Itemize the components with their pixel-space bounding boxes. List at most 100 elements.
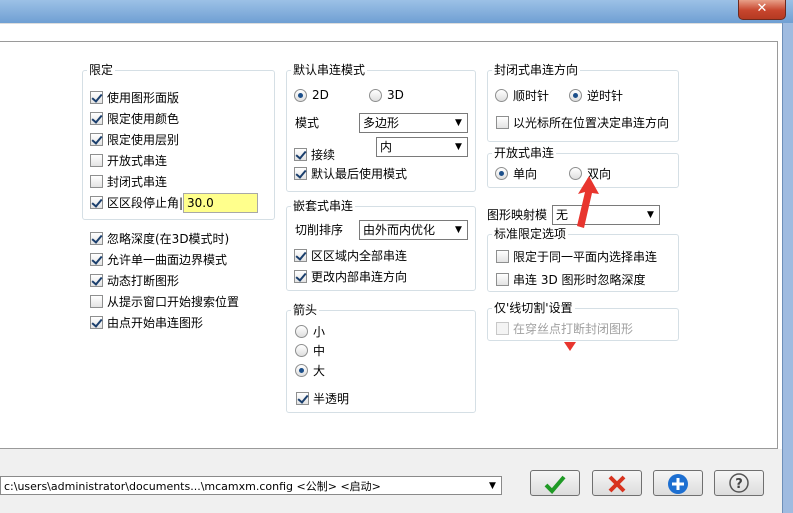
radio-label: 顺时针 [513,88,550,103]
checkbox-label: 限定使用颜色 [107,111,180,126]
radio-label: 逆时针 [587,88,624,103]
checkbox-box[interactable] [496,272,509,286]
help-button[interactable]: ? [714,470,764,496]
checkbox-label: 区区段停止角| [107,195,184,210]
config-file-dropdown[interactable]: c:\users\administrator\documents...\mcam… [0,476,502,495]
panel-divider-bottom [0,448,778,449]
cancel-x-icon [608,475,626,493]
radio-3d[interactable]: 3D [369,86,404,104]
checkbox-closed-chain[interactable]: 封闭式串连 [90,172,167,190]
checkbox-box[interactable] [90,111,103,125]
checkbox-label: 更改内部串连方向 [311,269,408,284]
dropdown-arrow-icon: ▼ [489,481,496,491]
wire-cut-title: 仅'线切割'设置 [492,301,575,315]
checkbox-box[interactable] [296,391,309,405]
radio-button[interactable] [369,88,382,102]
checkbox-open-chain[interactable]: 开放式串连 [90,151,167,169]
radio-single-direction[interactable]: 单向 [495,164,537,182]
continue-dropdown[interactable]: 内 ▼ [376,137,468,157]
dropdown-arrow-icon: ▼ [455,142,462,152]
panel-divider-top [0,41,778,42]
checkbox-box[interactable] [294,166,307,180]
window-frame-edge [782,23,793,513]
radio-button[interactable] [294,88,307,102]
checkbox-label: 由点开始串连图形 [107,315,204,330]
checkbox-use-graphics-panel[interactable]: 使用图形面版 [90,88,179,106]
checkbox-search-from-prompt[interactable]: 从提示窗口开始搜索位置 [90,292,239,310]
stop-angle-input[interactable]: 30.0 [183,193,258,213]
checkbox-start-from-point[interactable]: 由点开始串连图形 [90,313,203,331]
radio-button[interactable] [495,166,508,180]
open-chain-title: 开放式串连 [492,146,557,160]
radio-arrow-medium[interactable]: 中 [295,341,325,359]
mode-label: 模式 [295,116,320,130]
mapping-mode-dropdown[interactable]: 无 ▼ [552,205,660,225]
nested-chain-title: 嵌套式串连 [291,199,356,213]
checkbox-box[interactable] [294,147,307,161]
radio-button[interactable] [495,88,508,102]
checkbox-label: 默认最后使用模式 [311,166,408,181]
mode-dropdown[interactable]: 多边形 ▼ [359,113,468,133]
checkbox-box[interactable] [90,315,103,329]
checkbox-box[interactable] [90,195,103,209]
checkbox-label: 半透明 [313,391,350,406]
checkbox-box[interactable] [90,252,103,266]
checkbox-ignore-depth[interactable]: 忽略深度(在3D模式时) [90,229,229,247]
radio-button[interactable] [295,324,308,338]
checkbox-continue[interactable]: 接续 [294,145,335,163]
ok-button[interactable] [530,470,580,496]
checkbox-box[interactable] [90,90,103,104]
checkbox-all-in-region[interactable]: 区区域内全部串连 [294,246,407,264]
cancel-button[interactable] [592,470,642,496]
checkbox-cursor-direction[interactable]: 以光标所在位置决定串连方向 [496,113,669,131]
standard-limit-title: 标准限定选项 [492,227,569,241]
checkbox-limit-color[interactable]: 限定使用颜色 [90,109,179,127]
radio-button[interactable] [295,363,308,377]
checkbox-box[interactable] [90,231,103,245]
checkbox-same-plane[interactable]: 限定于同一平面内选择串连 [496,247,657,265]
radio-button[interactable] [295,343,308,357]
checkbox-box[interactable] [294,269,307,283]
checkbox-default-last-mode[interactable]: 默认最后使用模式 [294,164,407,182]
checkbox-box[interactable] [90,174,103,188]
checkbox-box[interactable] [90,132,103,146]
annotation-arrow-down-icon [564,342,576,351]
radio-clockwise[interactable]: 顺时针 [495,86,549,104]
checkbox-translucent[interactable]: 半透明 [296,389,349,407]
radio-label: 大 [313,363,326,378]
checkbox-label: 使用图形面版 [107,90,180,105]
checkbox-box[interactable] [294,248,307,262]
checkmark-icon [544,475,566,494]
checkbox-box[interactable] [496,115,509,129]
radio-arrow-large[interactable]: 大 [295,361,325,379]
checkbox-change-inner-direction[interactable]: 更改内部串连方向 [294,267,407,285]
checkbox-ignore-3d-depth[interactable]: 串连 3D 图形时忽略深度 [496,270,646,288]
dropdown-arrow-icon: ▼ [455,118,462,128]
default-chain-mode-title: 默认串连模式 [291,63,368,77]
checkbox-single-surface-boundary[interactable]: 允许单一曲面边界模式 [90,250,227,268]
apply-button[interactable] [653,470,703,496]
config-file-path: c:\users\administrator\documents...\mcam… [4,480,381,493]
checkbox-box[interactable] [496,321,509,335]
checkbox-box[interactable] [496,249,509,263]
radio-label: 单向 [513,166,538,181]
checkbox-break-closed[interactable]: 在穿丝点打断封闭图形 [496,319,633,337]
checkbox-limit-level[interactable]: 限定使用层别 [90,130,179,148]
radio-arrow-small[interactable]: 小 [295,322,325,340]
cut-order-dropdown[interactable]: 由外而内优化 ▼ [359,220,468,240]
checkbox-label: 以光标所在位置决定串连方向 [513,115,670,130]
checkbox-box[interactable] [90,273,103,287]
checkbox-box[interactable] [90,153,103,167]
dropdown-arrow-icon: ▼ [455,225,462,235]
checkbox-box[interactable] [90,294,103,308]
radio-counterclockwise[interactable]: 逆时针 [569,86,623,104]
checkbox-label: 从提示窗口开始搜索位置 [107,294,240,309]
plus-circle-icon [668,474,688,494]
panel-divider-right [777,41,778,449]
checkbox-segment-stop-angle[interactable]: 区区段停止角| [90,193,183,211]
radio-2d[interactable]: 2D [294,86,329,104]
window-close-button[interactable]: ✕ [738,0,786,20]
radio-button[interactable] [569,88,582,102]
checkbox-label: 封闭式串连 [107,174,168,189]
checkbox-dynamic-break[interactable]: 动态打断图形 [90,271,179,289]
